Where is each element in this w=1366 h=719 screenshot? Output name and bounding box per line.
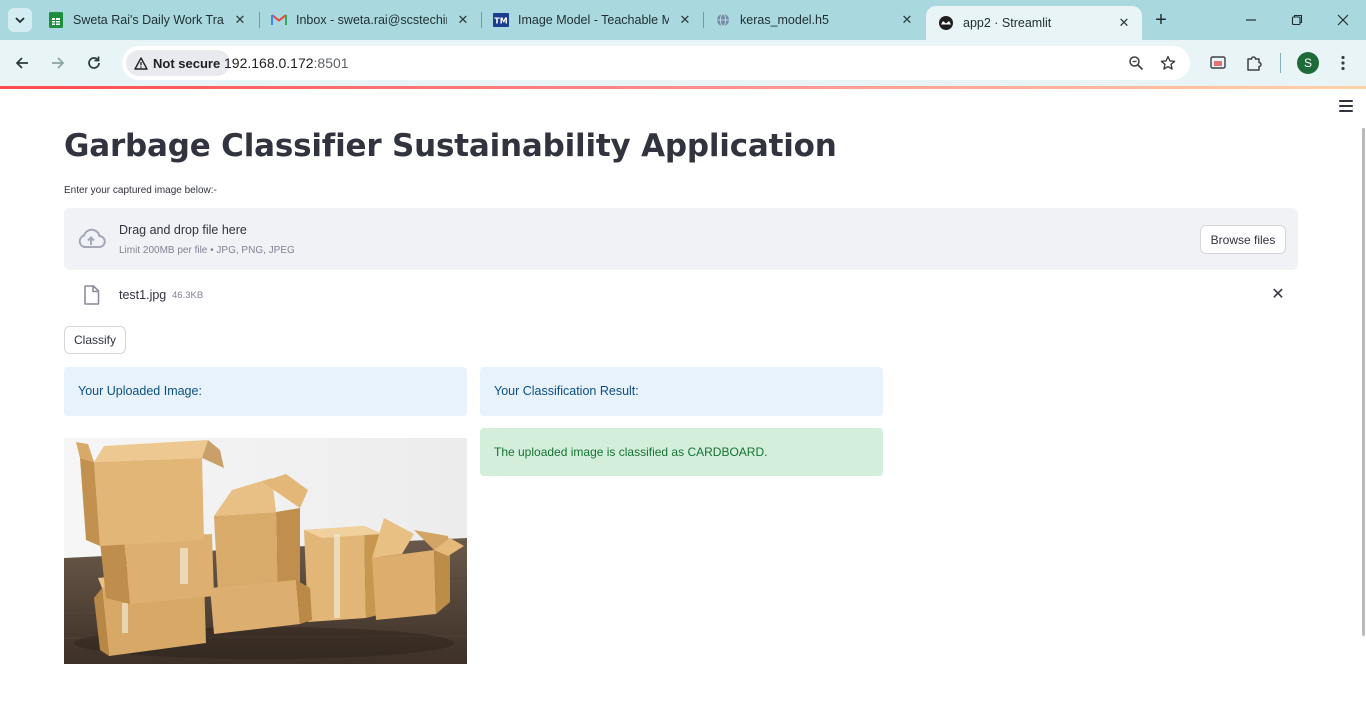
url-text[interactable]: 192.168.0.172:8501 xyxy=(224,55,349,71)
url-port: :8501 xyxy=(313,55,349,71)
streamlit-icon xyxy=(938,15,954,31)
plus-icon: + xyxy=(1155,8,1167,31)
globe-icon xyxy=(715,12,731,28)
security-chip[interactable]: Not secure xyxy=(126,50,231,76)
toolbar-divider xyxy=(1280,53,1281,73)
hamburger-menu-icon[interactable] xyxy=(1339,100,1353,112)
bookmark-star-icon[interactable] xyxy=(1158,53,1178,73)
reload-icon xyxy=(88,56,100,69)
extensions-puzzle-icon[interactable] xyxy=(1244,53,1264,73)
classification-result-header: Your Classification Result: xyxy=(480,367,883,416)
file-dropzone[interactable] xyxy=(64,208,1298,270)
kebab-menu-icon[interactable] xyxy=(1333,53,1353,73)
remove-file-button[interactable]: ✕ xyxy=(1269,285,1287,303)
teachable-machine-icon: TM xyxy=(493,12,509,28)
close-icon[interactable]: ✕ xyxy=(1114,13,1134,33)
close-icon[interactable]: ✕ xyxy=(453,10,473,30)
reload-button[interactable] xyxy=(82,51,106,75)
scrollbar-thumb[interactable] xyxy=(1362,128,1365,636)
profile-avatar[interactable]: S xyxy=(1297,52,1319,74)
browse-files-button[interactable]: Browse files xyxy=(1200,225,1286,254)
gmail-icon xyxy=(271,12,287,28)
cast-icon[interactable] xyxy=(1208,53,1228,73)
tab-work-tracker[interactable]: Sweta Rai's Daily Work Track ✕ xyxy=(36,0,258,40)
cloud-upload-icon xyxy=(78,228,106,248)
restore-icon xyxy=(1291,14,1303,26)
uploaded-image-preview xyxy=(64,438,467,664)
dropzone-limits: Limit 200MB per file • JPG, PNG, JPEG xyxy=(119,245,295,256)
tab-title: Image Model - Teachable Mach xyxy=(518,13,669,27)
arrow-right-icon xyxy=(52,57,65,69)
tab-search-button[interactable] xyxy=(8,8,32,32)
chevron-down-icon xyxy=(15,17,25,24)
classification-result-alert: The uploaded image is classified as CARD… xyxy=(480,428,883,476)
tab-streamlit-app[interactable]: app2 · Streamlit ✕ xyxy=(926,6,1142,40)
tab-teachable-machine[interactable]: TM Image Model - Teachable Mach ✕ xyxy=(481,0,703,40)
new-tab-button[interactable]: + xyxy=(1150,9,1172,31)
uploader-label: Enter your captured image below:- xyxy=(64,185,217,196)
close-icon: ✕ xyxy=(1271,286,1285,303)
url-host: 192.168.0.172 xyxy=(224,55,314,71)
tab-inbox[interactable]: Inbox - sweta.rai@scstechind ✕ xyxy=(259,0,481,40)
svg-text:TM: TM xyxy=(494,17,507,26)
warning-triangle-icon xyxy=(134,56,148,70)
minimize-button[interactable] xyxy=(1228,0,1274,40)
back-button[interactable] xyxy=(10,51,34,75)
arrow-left-icon xyxy=(15,57,28,69)
classify-button[interactable]: Classify xyxy=(64,326,126,354)
page-title: Garbage Classifier Sustainability Applic… xyxy=(64,128,837,164)
close-icon[interactable]: ✕ xyxy=(230,10,250,30)
security-label: Not secure xyxy=(153,55,221,71)
forward-button[interactable] xyxy=(46,51,70,75)
uploaded-image-header: Your Uploaded Image: xyxy=(64,367,467,416)
restore-button[interactable] xyxy=(1274,0,1320,40)
close-icon[interactable]: ✕ xyxy=(675,10,695,30)
close-icon xyxy=(1337,14,1349,26)
file-icon xyxy=(84,285,100,305)
uploaded-file-name: test1.jpg xyxy=(119,288,167,302)
window-close-button[interactable] xyxy=(1320,0,1366,40)
close-icon[interactable]: ✕ xyxy=(897,10,917,30)
tab-title: Inbox - sweta.rai@scstechind xyxy=(296,13,447,27)
google-sheets-icon xyxy=(48,12,64,28)
uploaded-file-size: 46.3KB xyxy=(172,290,204,301)
tab-title: keras_model.h5 xyxy=(740,13,829,27)
dropzone-title: Drag and drop file here xyxy=(119,223,247,237)
zoom-icon[interactable] xyxy=(1126,53,1146,73)
tab-keras-model[interactable]: keras_model.h5 ✕ xyxy=(703,0,925,40)
tab-title: app2 · Streamlit xyxy=(963,16,1052,30)
minimize-icon xyxy=(1246,19,1256,21)
tab-title: Sweta Rai's Daily Work Track xyxy=(73,13,224,27)
